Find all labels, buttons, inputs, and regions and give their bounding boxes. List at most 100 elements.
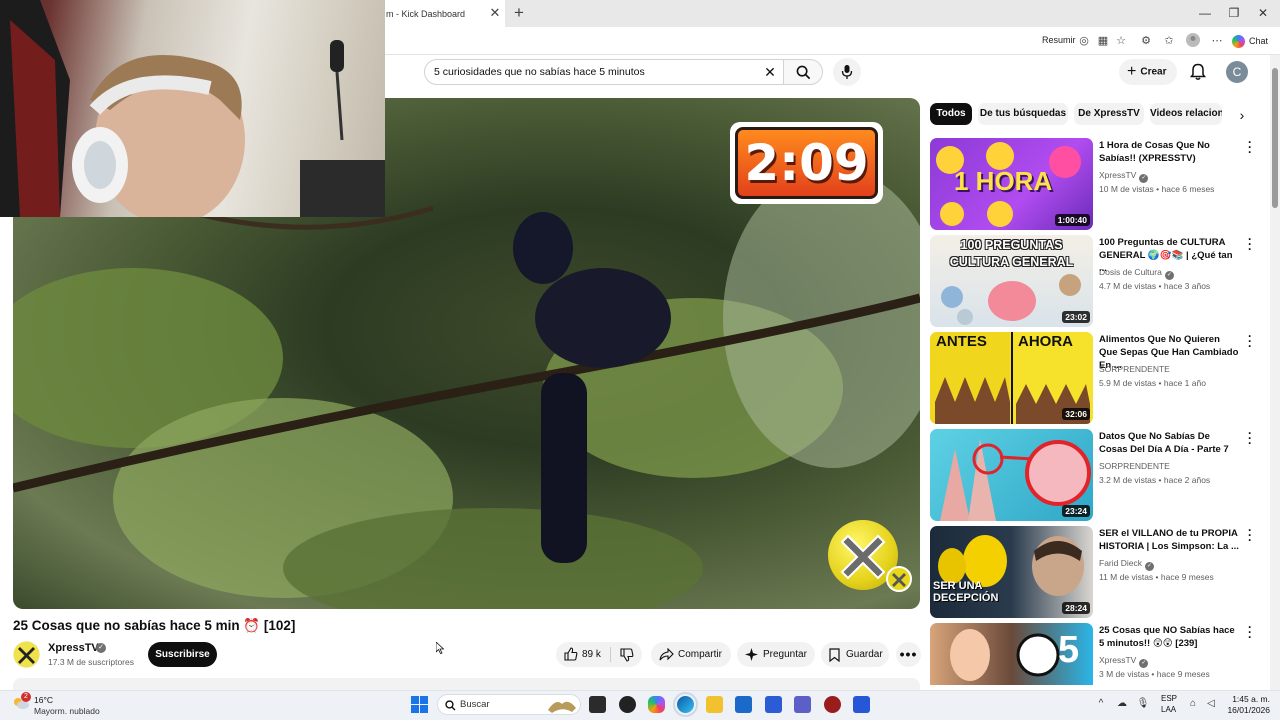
tray-cloud-icon[interactable]: ☁ [1115, 697, 1129, 711]
file-explorer-icon[interactable] [706, 696, 723, 713]
chip-from-your-searches[interactable]: De tus búsquedas [978, 103, 1068, 125]
teams-icon[interactable] [794, 696, 811, 713]
input-layout[interactable]: LAA [1161, 705, 1176, 714]
recommendation-thumbnail[interactable]: 100 PREGUNTAS CULTURA GENERAL 23:02 [930, 235, 1093, 327]
tray-mic-icon[interactable]: 🎙 [1136, 697, 1150, 711]
kebab-menu-icon[interactable]: · · · [1244, 623, 1256, 643]
video-duration: 1:00:40 [1054, 214, 1090, 226]
scrollbar-thumb[interactable] [1272, 68, 1278, 208]
recommendation-channel[interactable]: Farid Dieck ✓ [1099, 558, 1154, 571]
channel-name: SORPRENDENTE [1099, 461, 1170, 471]
share-button[interactable]: Compartir [651, 642, 731, 667]
recommendation-thumbnail[interactable]: 1 HORA 1:00:40 [930, 138, 1093, 230]
extensions-icon[interactable]: ⚙ [1138, 33, 1154, 49]
channel-name[interactable]: XpressTV [48, 642, 99, 654]
windows-start-icon[interactable] [411, 696, 428, 713]
recommendation-channel[interactable]: SORPRENDENTE [1099, 364, 1170, 374]
tray-chevron-icon[interactable]: ^ [1094, 697, 1108, 711]
channel-x-small-icon [886, 566, 912, 592]
chip-from-channel[interactable]: De XpressTV [1074, 103, 1144, 125]
recommendation-thumbnail[interactable]: SER UNA DECEPCIÓN 28:24 [930, 526, 1093, 618]
video-duration: 23:24 [1062, 505, 1090, 517]
task-view-icon[interactable] [589, 696, 606, 713]
clock-date[interactable]: 16/01/2026 [1224, 705, 1270, 715]
red-app-icon[interactable] [824, 696, 841, 713]
reading-view-icon[interactable]: ▦ [1095, 33, 1111, 49]
recommendation-thumbnail[interactable]: ANTES AHORA 32:06 [930, 332, 1093, 424]
share-label: Compartir [678, 649, 722, 660]
favorites-icon[interactable]: ✩ [1161, 33, 1177, 49]
video-duration: 23:02 [1062, 311, 1090, 323]
recommendation-views: 10 M de vistas • hace 6 meses [1099, 184, 1215, 194]
search-button[interactable] [783, 59, 823, 85]
thumbs-down-icon[interactable] [620, 648, 634, 662]
recommendation-title[interactable]: SER el VILLANO de tu PROPIA HISTORIA | L… [1099, 527, 1239, 553]
blue-app-icon[interactable] [853, 696, 870, 713]
summarize-icon[interactable]: ◎ [1076, 33, 1092, 49]
new-tab-button[interactable]: + [511, 4, 527, 22]
tab-close-icon[interactable]: ✕ [488, 6, 502, 20]
chips-next-chevron-icon[interactable]: › [1232, 104, 1252, 126]
more-menu-icon[interactable]: ⋯ [1209, 33, 1225, 49]
taskbar-search-input[interactable] [437, 694, 581, 715]
account-avatar[interactable]: C [1226, 61, 1248, 83]
weather-description[interactable]: Mayorm. nublado [34, 706, 100, 716]
kebab-menu-icon[interactable]: · · · [1244, 136, 1256, 158]
edge-browser-icon[interactable] [673, 692, 698, 717]
recommendation-item[interactable]: 5 25 Cosas que NO Sabías hace 5 minutos!… [930, 623, 1270, 685]
recommendation-views: 3.2 M de vistas • hace 2 años [1099, 475, 1211, 485]
tray-volume-icon[interactable]: ◁ [1204, 697, 1218, 711]
obs-app-icon[interactable] [619, 696, 636, 713]
kebab-menu-icon[interactable]: · · · [1244, 524, 1256, 546]
save-button[interactable]: Guardar [821, 642, 889, 667]
description-box[interactable] [13, 678, 920, 690]
subscribe-button[interactable]: Suscribirse [148, 642, 217, 667]
recommendation-title[interactable]: Datos Que No Sabías De Cosas Del Día A D… [1099, 430, 1239, 456]
notifications-bell-icon[interactable] [1188, 62, 1208, 82]
recommendation-channel[interactable]: Dosis de Cultura ✓ [1099, 267, 1174, 280]
favorite-star-icon[interactable]: ☆ [1113, 33, 1129, 49]
copilot-chat-button[interactable]: Chat [1232, 32, 1276, 50]
kebab-menu-icon[interactable]: · · · [1244, 427, 1256, 449]
copilot-icon [1232, 35, 1245, 49]
recommendation-channel[interactable]: XpressTV ✓ [1099, 655, 1149, 668]
minimize-icon[interactable]: — [1198, 5, 1212, 21]
ask-button[interactable]: Preguntar [737, 642, 815, 667]
kebab-menu-icon[interactable]: · · · [1244, 233, 1256, 255]
recommendation-thumbnail[interactable]: 5 [930, 623, 1093, 685]
recommendation-item[interactable]: ANTES AHORA 32:06 Alimentos Que No Quier… [930, 330, 1270, 424]
recommendation-views: 5.9 M de vistas • hace 1 año [1099, 378, 1206, 388]
restore-icon[interactable]: ❐ [1227, 5, 1241, 21]
recommendation-item[interactable]: 1 HORA 1:00:40 1 Hora de Cosas Que No Sa… [930, 136, 1270, 230]
voice-search-button[interactable] [833, 58, 861, 86]
recommendation-title[interactable]: 25 Cosas que NO Sabías hace 5 minutos!! … [1099, 624, 1239, 650]
more-actions-button[interactable]: ••• [896, 642, 921, 667]
recommendation-item[interactable]: SER UNA DECEPCIÓN 28:24 SER el VILLANO d… [930, 524, 1270, 618]
tray-network-icon[interactable]: ⌂ [1186, 697, 1200, 711]
kebab-menu-icon[interactable]: · · · [1244, 330, 1256, 352]
clear-search-icon[interactable]: ✕ [762, 63, 778, 81]
resumir-button[interactable]: Resumir [1042, 35, 1076, 45]
input-language[interactable]: ESP [1161, 694, 1177, 703]
weather-temperature[interactable]: 16°C [34, 695, 53, 705]
profile-icon[interactable] [1185, 33, 1201, 49]
recommendation-thumbnail[interactable]: 23:24 [930, 429, 1093, 521]
recommendation-item[interactable]: 100 PREGUNTAS CULTURA GENERAL 23:02 100 … [930, 233, 1270, 327]
like-button[interactable]: 89 k [556, 642, 642, 667]
recommendation-item[interactable]: 23:24 Datos Que No Sabías De Cosas Del D… [930, 427, 1270, 521]
bookmark-icon [829, 648, 840, 662]
subscriber-count: 17.3 M de suscriptores [48, 657, 134, 667]
outlook-icon[interactable] [735, 696, 752, 713]
microsoft-store-icon[interactable] [765, 696, 782, 713]
channel-avatar[interactable] [13, 641, 40, 668]
recommendation-title[interactable]: 1 Hora de Cosas Que No Sabías!! (XPRESST… [1099, 139, 1239, 165]
create-button[interactable]: + Crear [1119, 59, 1177, 85]
recommendation-channel[interactable]: XpressTV ✓ [1099, 170, 1149, 183]
recommendation-channel[interactable]: SORPRENDENTE [1099, 461, 1170, 471]
clock-time[interactable]: 1:45 a. m. [1226, 694, 1270, 704]
chip-related-videos[interactable]: Videos relacion [1150, 103, 1222, 125]
copilot-app-icon[interactable] [648, 696, 665, 713]
window-close-icon[interactable]: ✕ [1256, 5, 1270, 21]
chip-all[interactable]: Todos [930, 103, 972, 125]
browser-tab[interactable]: m - Kick Dashboard [380, 0, 505, 27]
